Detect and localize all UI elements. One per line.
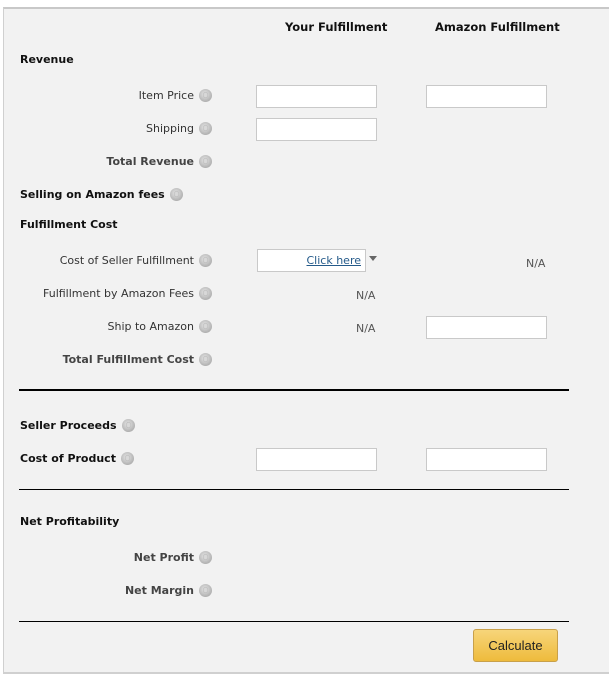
- seller-fulfillment-dropdown[interactable]: Click here: [257, 249, 366, 272]
- section-selling-fees: Selling on Amazon fees: [20, 188, 183, 201]
- item-price-text: Item Price: [138, 89, 194, 102]
- section-cost-of-product: Cost of Product: [20, 452, 134, 465]
- section-net-profitability: Net Profitability: [20, 515, 120, 528]
- help-icon[interactable]: [121, 419, 135, 432]
- help-icon[interactable]: [199, 584, 212, 597]
- net-margin-label: Net Margin: [60, 584, 212, 597]
- item-price-your-input[interactable]: [256, 85, 377, 108]
- help-icon[interactable]: [199, 353, 212, 366]
- help-icon[interactable]: [199, 155, 212, 168]
- column-header-your-fulfillment: Your Fulfillment: [285, 20, 388, 34]
- column-header-amazon-fulfillment: Amazon Fulfillment: [435, 20, 560, 34]
- help-icon[interactable]: [199, 122, 212, 135]
- item-price-amazon-input[interactable]: [426, 85, 547, 108]
- cost-of-seller-fulfillment-label: Cost of Seller Fulfillment: [20, 254, 212, 267]
- shipping-text: Shipping: [146, 122, 194, 135]
- net-profit-label: Net Profit: [60, 551, 212, 564]
- shipping-label: Shipping: [60, 122, 212, 135]
- section-seller-proceeds: Seller Proceeds: [20, 419, 135, 432]
- click-here-link[interactable]: Click here: [307, 254, 362, 267]
- caret-down-icon[interactable]: [369, 256, 377, 261]
- help-icon[interactable]: [199, 89, 212, 102]
- calculate-button[interactable]: Calculate: [473, 629, 558, 662]
- total-fulfillment-cost-label: Total Fulfillment Cost: [20, 353, 212, 366]
- help-icon[interactable]: [199, 551, 212, 564]
- ship-to-amazon-label: Ship to Amazon: [20, 320, 212, 333]
- item-price-label: Item Price: [60, 89, 212, 102]
- total-fulfillment-cost-text: Total Fulfillment Cost: [62, 353, 194, 366]
- help-icon[interactable]: [169, 188, 183, 201]
- fba-fees-label: Fulfillment by Amazon Fees: [20, 287, 212, 300]
- section-divider: [19, 489, 569, 490]
- help-icon[interactable]: [199, 320, 212, 333]
- section-revenue: Revenue: [20, 53, 74, 66]
- ship-to-amazon-text: Ship to Amazon: [107, 320, 195, 333]
- cost-of-seller-fulfillment-text: Cost of Seller Fulfillment: [59, 254, 194, 267]
- section-fulfillment-cost: Fulfillment Cost: [20, 218, 118, 231]
- fba-fees-text: Fulfillment by Amazon Fees: [43, 287, 194, 300]
- cost-of-product-text: Cost of Product: [20, 452, 116, 465]
- net-margin-text: Net Margin: [124, 584, 194, 597]
- help-icon[interactable]: [120, 452, 134, 465]
- ship-to-amazon-your-value: N/A: [356, 322, 376, 335]
- section-divider: [19, 389, 569, 391]
- cost-of-product-your-input[interactable]: [256, 448, 377, 471]
- ship-to-amazon-amazon-input[interactable]: [426, 316, 547, 339]
- cost-of-product-amazon-input[interactable]: [426, 448, 547, 471]
- shipping-your-input[interactable]: [256, 118, 377, 141]
- section-divider: [19, 621, 569, 622]
- seller-proceeds-text: Seller Proceeds: [20, 419, 117, 432]
- fba-fees-your-value: N/A: [356, 289, 376, 302]
- help-icon[interactable]: [199, 254, 212, 267]
- total-revenue-text: Total Revenue: [106, 155, 194, 168]
- net-profit-text: Net Profit: [133, 551, 194, 564]
- total-revenue-label: Total Revenue: [60, 155, 212, 168]
- seller-fulfillment-amazon-value: N/A: [526, 257, 546, 270]
- selling-fees-text: Selling on Amazon fees: [20, 188, 165, 201]
- help-icon[interactable]: [199, 287, 212, 300]
